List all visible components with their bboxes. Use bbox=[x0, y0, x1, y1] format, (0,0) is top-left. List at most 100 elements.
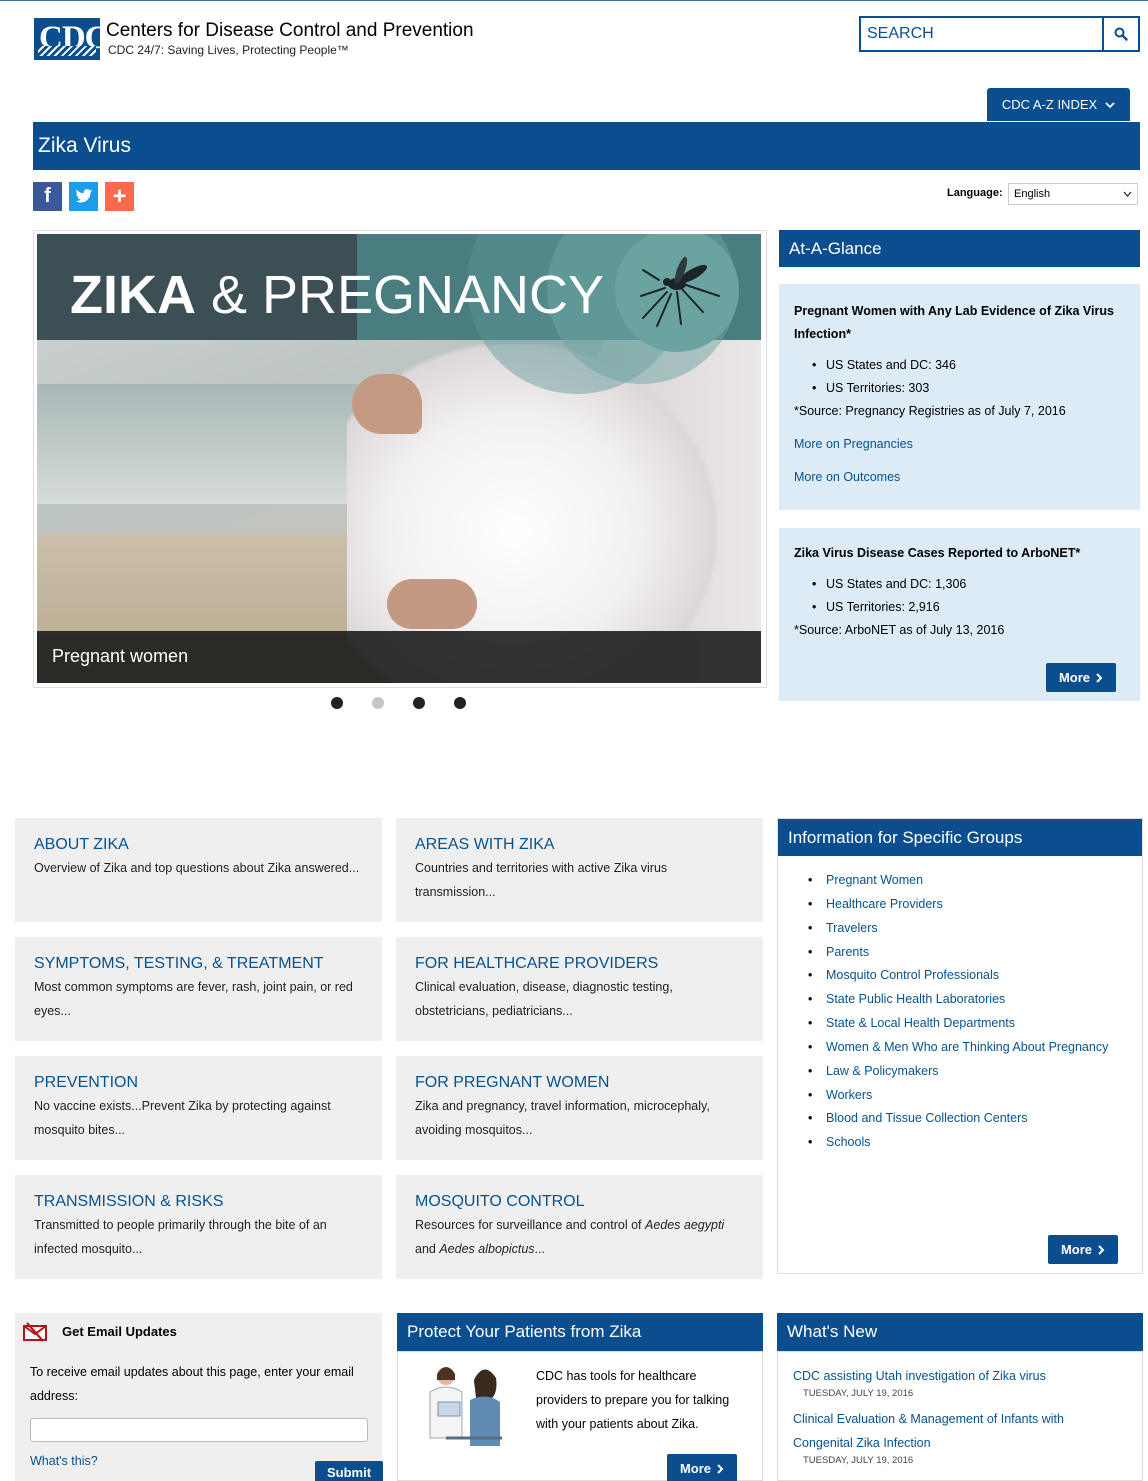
pregnancy-stats-box: Pregnant Women with Any Lab Evidence of … bbox=[779, 284, 1140, 510]
tile-title: PREVENTION bbox=[34, 1074, 139, 1091]
carousel-dot[interactable] bbox=[413, 697, 425, 709]
at-a-glance-header: At-A-Glance bbox=[779, 230, 1140, 267]
page-title-bar: Zika Virus bbox=[33, 122, 1140, 170]
plus-icon: + bbox=[112, 182, 127, 210]
hero-image: ZIKA & PREGNANCY bbox=[37, 234, 761, 683]
more-on-outcomes-link[interactable]: More on Outcomes bbox=[794, 466, 1125, 489]
tile-symptoms[interactable]: SYMPTOMS, TESTING, & TREATMENT Most comm… bbox=[15, 937, 382, 1041]
tile-desc: Most common symptoms are fever, rash, jo… bbox=[34, 980, 353, 1018]
groups-more-button[interactable]: More bbox=[1048, 1235, 1118, 1264]
desc-part: Resources for surveillance and control o… bbox=[415, 1218, 645, 1232]
chevron-right-icon bbox=[717, 1463, 724, 1474]
twitter-share-button[interactable] bbox=[69, 182, 98, 211]
more-on-pregnancies-link[interactable]: More on Pregnancies bbox=[794, 433, 1125, 456]
more-label: More bbox=[1058, 670, 1091, 685]
language-label: Language: bbox=[947, 187, 1003, 199]
news-link[interactable]: CDC assisting Utah investigation of Zika… bbox=[793, 1364, 1113, 1388]
tile-desc: Overview of Zika and top questions about… bbox=[34, 861, 360, 875]
pregnancy-stats-heading: Pregnant Women with Any Lab Evidence of … bbox=[794, 304, 1114, 341]
tile-pregnant-women[interactable]: FOR PREGNANT WOMEN Zika and pregnancy, t… bbox=[396, 1056, 763, 1160]
group-link[interactable]: Parents bbox=[808, 941, 1108, 965]
group-link[interactable]: Blood and Tissue Collection Centers bbox=[808, 1107, 1108, 1131]
news-link[interactable]: Clinical Evaluation & Management of Infa… bbox=[793, 1407, 1093, 1455]
facebook-share-button[interactable]: f bbox=[33, 182, 62, 211]
tile-desc: No vaccine exists...Prevent Zika by prot… bbox=[34, 1099, 331, 1137]
facebook-icon: f bbox=[44, 185, 51, 207]
addthis-share-button[interactable]: + bbox=[105, 182, 134, 211]
news-item: Clinical Evaluation & Management of Infa… bbox=[793, 1407, 1093, 1467]
group-link[interactable]: Law & Policymakers bbox=[808, 1060, 1108, 1084]
specific-groups-list: Pregnant Women Healthcare Providers Trav… bbox=[808, 869, 1108, 1155]
hero-hand bbox=[387, 579, 477, 629]
search-icon bbox=[1114, 27, 1128, 41]
whats-new-panel: CDC assisting Utah investigation of Zika… bbox=[777, 1351, 1143, 1481]
tile-title: AREAS WITH ZIKA bbox=[415, 836, 555, 853]
whats-new-header: What's New bbox=[777, 1313, 1143, 1351]
chevron-down-icon bbox=[1105, 101, 1115, 108]
banner-title: ZIKA & PREGNANCY bbox=[70, 264, 604, 326]
at-a-glance-title: At-A-Glance bbox=[789, 239, 882, 258]
tile-title: FOR PREGNANT WOMEN bbox=[415, 1074, 610, 1091]
hero-banner: ZIKA & PREGNANCY bbox=[37, 234, 761, 394]
hero-carousel[interactable]: ZIKA & PREGNANCY Pregnant women bbox=[33, 230, 767, 688]
list-item: US Territories: 303 bbox=[812, 377, 1125, 400]
hero-hand bbox=[352, 374, 422, 434]
carousel-dot[interactable] bbox=[331, 697, 343, 709]
group-link[interactable]: Women & Men Who are Thinking About Pregn… bbox=[808, 1036, 1108, 1060]
pregnancy-stats-source: *Source: Pregnancy Registries as of July… bbox=[794, 404, 1066, 418]
az-index-button[interactable]: CDC A-Z INDEX bbox=[987, 88, 1130, 121]
protect-patients-panel: CDC has tools for healthcare providers t… bbox=[397, 1351, 763, 1481]
pregnancy-stats-list: US States and DC: 346 US Territories: 30… bbox=[794, 354, 1125, 400]
email-field[interactable] bbox=[30, 1418, 368, 1442]
tile-desc: Transmitted to people primarily through … bbox=[34, 1218, 327, 1256]
arbonet-more-button[interactable]: More bbox=[1046, 663, 1116, 692]
tile-prevention[interactable]: PREVENTION No vaccine exists...Prevent Z… bbox=[15, 1056, 382, 1160]
tile-healthcare-providers[interactable]: FOR HEALTHCARE PROVIDERS Clinical evalua… bbox=[396, 937, 763, 1041]
search-button[interactable] bbox=[1102, 18, 1138, 50]
more-label: More bbox=[1060, 1242, 1093, 1257]
email-updates-text: To receive email updates about this page… bbox=[30, 1365, 354, 1403]
submit-button[interactable]: Submit bbox=[315, 1461, 383, 1481]
search-bar bbox=[859, 16, 1140, 52]
carousel-dot[interactable] bbox=[454, 697, 466, 709]
group-link[interactable]: Workers bbox=[808, 1084, 1108, 1108]
more-label: More bbox=[679, 1461, 712, 1476]
list-item: US States and DC: 346 bbox=[812, 354, 1125, 377]
whats-new-title: What's New bbox=[787, 1322, 878, 1341]
desc-part: and bbox=[415, 1242, 440, 1256]
carousel-dot-active[interactable] bbox=[372, 697, 384, 709]
group-link[interactable]: Mosquito Control Professionals bbox=[808, 964, 1108, 988]
news-item: CDC assisting Utah investigation of Zika… bbox=[793, 1364, 1113, 1400]
arbonet-stats-heading: Zika Virus Disease Cases Reported to Arb… bbox=[794, 546, 1081, 560]
tile-title: TRANSMISSION & RISKS bbox=[34, 1193, 224, 1210]
group-link[interactable]: State & Local Health Departments bbox=[808, 1012, 1108, 1036]
list-item: US Territories: 2,916 bbox=[812, 596, 1125, 619]
group-link[interactable]: Schools bbox=[808, 1131, 1108, 1155]
specific-groups-title: Information for Specific Groups bbox=[788, 828, 1023, 847]
search-input[interactable] bbox=[861, 18, 1102, 50]
carousel-caption: Pregnant women bbox=[37, 631, 761, 683]
desc-part: ... bbox=[534, 1242, 545, 1256]
protect-more-button[interactable]: More bbox=[667, 1454, 737, 1481]
tile-transmission[interactable]: TRANSMISSION & RISKS Transmitted to peop… bbox=[15, 1175, 382, 1279]
tile-about-zika[interactable]: ABOUT ZIKA Overview of Zika and top ques… bbox=[15, 818, 382, 922]
email-updates-panel: Get Email Updates To receive email updat… bbox=[15, 1313, 383, 1481]
tile-areas-with-zika[interactable]: AREAS WITH ZIKA Countries and territorie… bbox=[396, 818, 763, 922]
group-link[interactable]: Healthcare Providers bbox=[808, 893, 1108, 917]
envelope-icon bbox=[23, 1322, 47, 1342]
group-link[interactable]: Travelers bbox=[808, 917, 1108, 941]
list-item: US States and DC: 1,306 bbox=[812, 573, 1125, 596]
org-title[interactable]: Centers for Disease Control and Preventi… bbox=[106, 20, 474, 42]
news-date: TUESDAY, JULY 19, 2016 bbox=[803, 1455, 914, 1466]
tile-title: SYMPTOMS, TESTING, & TREATMENT bbox=[34, 955, 324, 972]
group-link[interactable]: Pregnant Women bbox=[808, 869, 1108, 893]
language-select[interactable]: English bbox=[1008, 183, 1138, 205]
doctor-patient-illustration bbox=[429, 1367, 502, 1446]
banner-title-bold: ZIKA bbox=[70, 265, 196, 325]
tile-title: FOR HEALTHCARE PROVIDERS bbox=[415, 955, 659, 972]
group-link[interactable]: State Public Health Laboratories bbox=[808, 988, 1108, 1012]
page-title: Zika Virus bbox=[38, 134, 131, 157]
cdc-logo[interactable]: CDC bbox=[34, 18, 108, 60]
whats-this-link[interactable]: What's this? bbox=[30, 1454, 98, 1468]
tile-mosquito-control[interactable]: MOSQUITO CONTROL Resources for surveilla… bbox=[396, 1175, 763, 1279]
